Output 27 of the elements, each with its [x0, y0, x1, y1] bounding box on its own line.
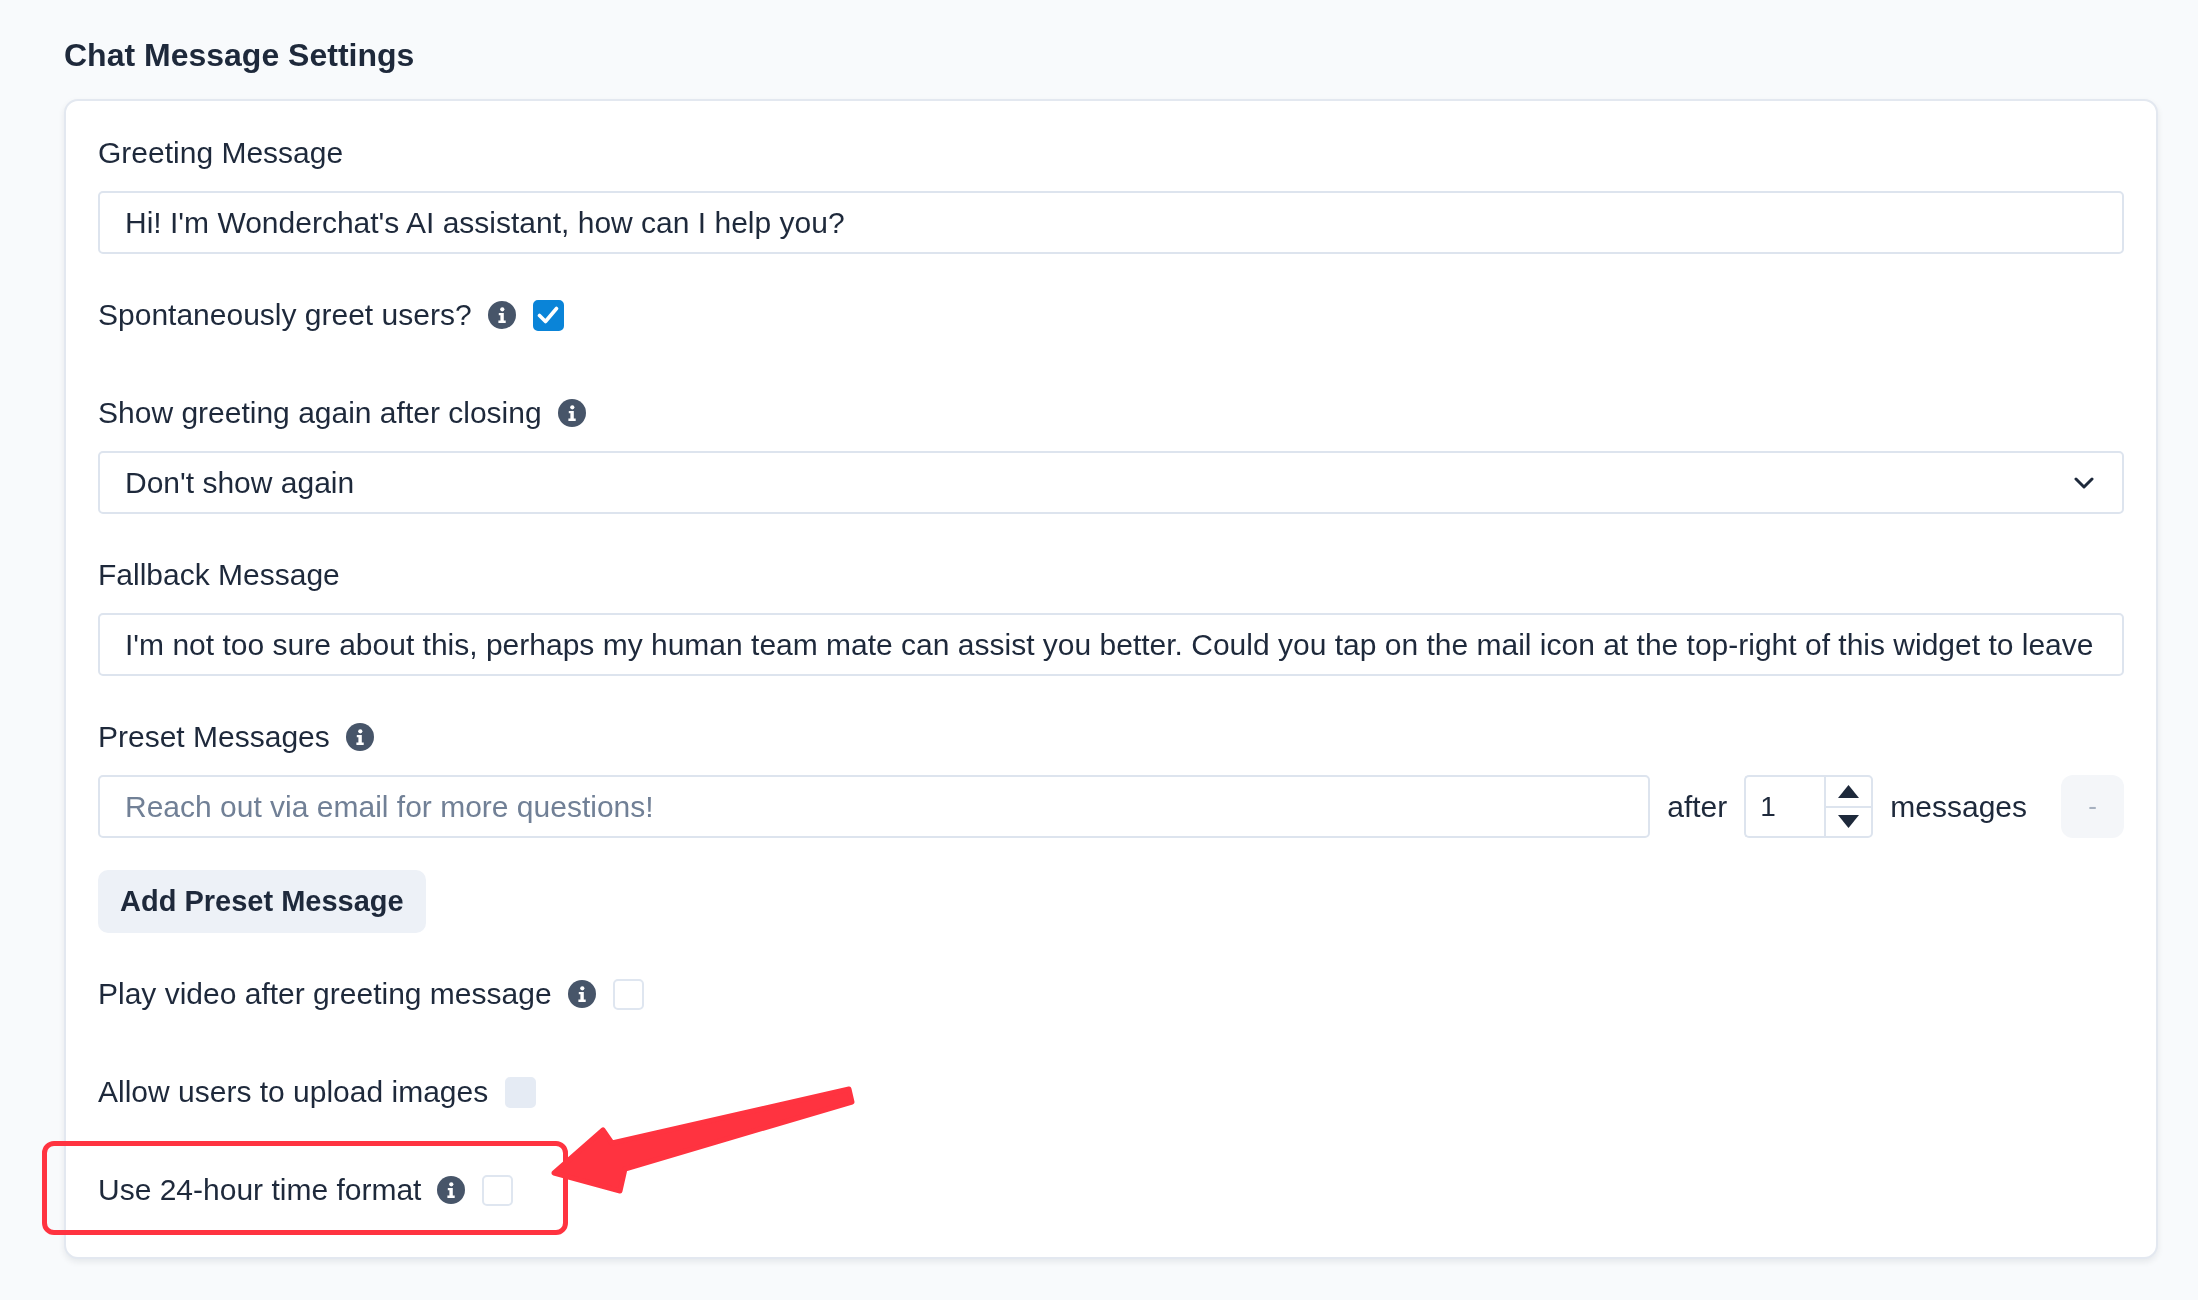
field-label: Fallback Message — [98, 557, 340, 593]
message-field[interactable]: Reach out via email for more questions! — [98, 775, 1651, 838]
section-title: Chat Message Settings — [64, 36, 415, 74]
chevron-down-icon — [2074, 476, 2094, 489]
field-label: Show greeting again after closing — [98, 395, 542, 431]
field-label: Use 24-hour time format — [98, 1172, 422, 1208]
info-icon[interactable] — [345, 723, 374, 751]
field-label: Spontaneously greet users? — [98, 297, 472, 333]
field-label: Greeting Message — [98, 135, 344, 171]
number-field[interactable]: 1 — [1744, 775, 1825, 838]
field-label: Preset Messages — [98, 719, 330, 755]
check-icon — [537, 306, 560, 324]
field-label: Play video after greeting message — [98, 976, 552, 1012]
text-field[interactable]: Hi! I'm Wonderchat's AI assistant, how can I help you? — [98, 191, 2124, 254]
info-icon[interactable] — [557, 399, 586, 427]
field-label: Allow users to upload images — [98, 1074, 489, 1110]
add-preset-button[interactable]: Add Preset Message — [98, 870, 426, 933]
field-text: messages — [1890, 788, 2027, 825]
checkbox[interactable] — [532, 299, 564, 331]
info-icon[interactable] — [437, 1176, 466, 1204]
dropdown[interactable]: Don't show again — [98, 451, 2124, 514]
field-text: after — [1667, 788, 1728, 825]
info-icon[interactable] — [567, 980, 596, 1008]
info-icon[interactable] — [487, 301, 516, 329]
triangle-down-icon — [1838, 815, 1860, 829]
triangle-up-icon — [1838, 784, 1860, 798]
text-field[interactable]: I'm not too sure about this, perhaps my human team mate can assist you better. Could you tap on the mail icon at the top-right of this widget to leave — [98, 613, 2124, 676]
